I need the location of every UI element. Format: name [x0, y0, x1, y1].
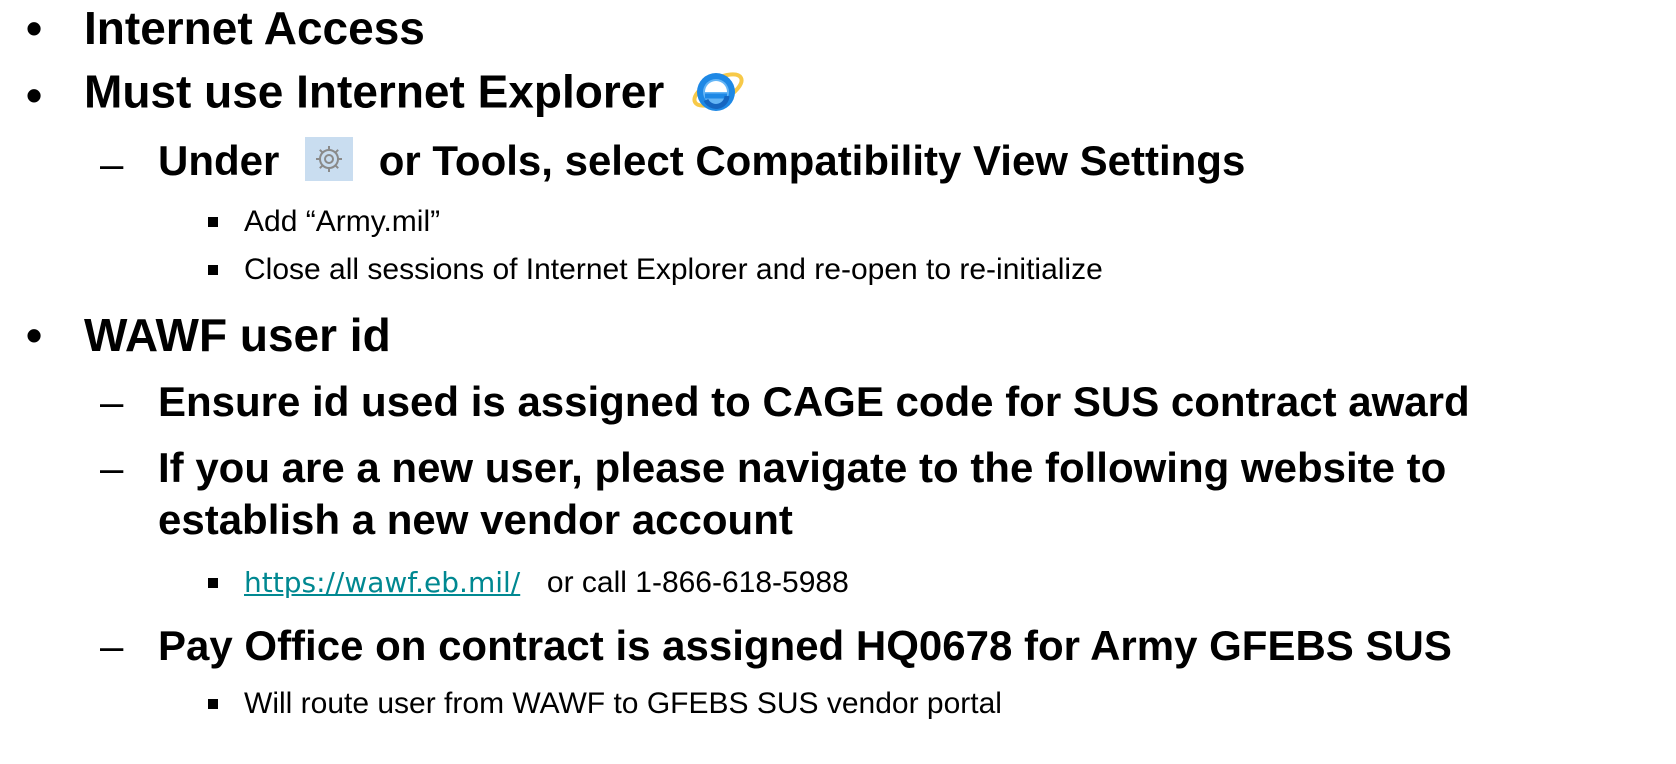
square-bullet-icon [208, 578, 218, 588]
bullet-text-wrapper: Must use Internet Explorer [84, 62, 745, 129]
bullet-marker: • [26, 2, 43, 54]
bullet-text: Must use Internet Explorer [84, 65, 665, 118]
sub-bullet-marker: – [100, 378, 124, 425]
sub-bullet-marker: – [100, 444, 124, 491]
sub-bullet-text: Ensure id used is assigned to CAGE code … [158, 378, 1470, 425]
bullet-marker: • [26, 69, 43, 121]
sub-bullet-marker: – [100, 622, 124, 669]
slide: • Internet Access • Must use Internet Ex… [0, 0, 1676, 764]
square-bullet-icon [208, 217, 218, 227]
sub-bullet-text: Pay Office on contract is assigned HQ067… [158, 622, 1452, 669]
sub-bullet-text: or Tools, select Compatibility View Sett… [378, 137, 1246, 185]
bullet-text: Internet Access [84, 2, 425, 54]
sub-bullet-text: establish a new vendor account [158, 496, 793, 543]
sub-sub-bullet-text: Close all sessions of Internet Explorer … [244, 253, 1103, 286]
phone-number-text: or call 1-866-618-5988 [546, 566, 849, 599]
sub-bullet-text: If you are a new user, please navigate t… [158, 444, 1447, 491]
square-bullet-icon [208, 265, 218, 275]
wawf-website-link[interactable]: https://wawf.eb.mil/ [244, 566, 520, 599]
bullet-marker: • [26, 309, 43, 361]
gear-icon [305, 137, 354, 191]
sub-bullet-marker: – [100, 140, 124, 187]
sub-sub-bullet-text: Add “Army.mil” [244, 205, 441, 238]
sub-bullet-text: Under [158, 137, 280, 185]
internet-explorer-icon [689, 62, 745, 129]
sub-sub-bullet-text: Will route user from WAWF to GFEBS SUS v… [244, 687, 1002, 720]
bullet-text: WAWF user id [84, 309, 391, 361]
sub-sub-bullet-text-wrapper: https://wawf.eb.mil/ or call 1-866-618-5… [244, 566, 849, 600]
sub-bullet-text-wrapper: Under or Tools, select Compatibility Vie… [158, 137, 1245, 191]
square-bullet-icon [208, 699, 218, 709]
